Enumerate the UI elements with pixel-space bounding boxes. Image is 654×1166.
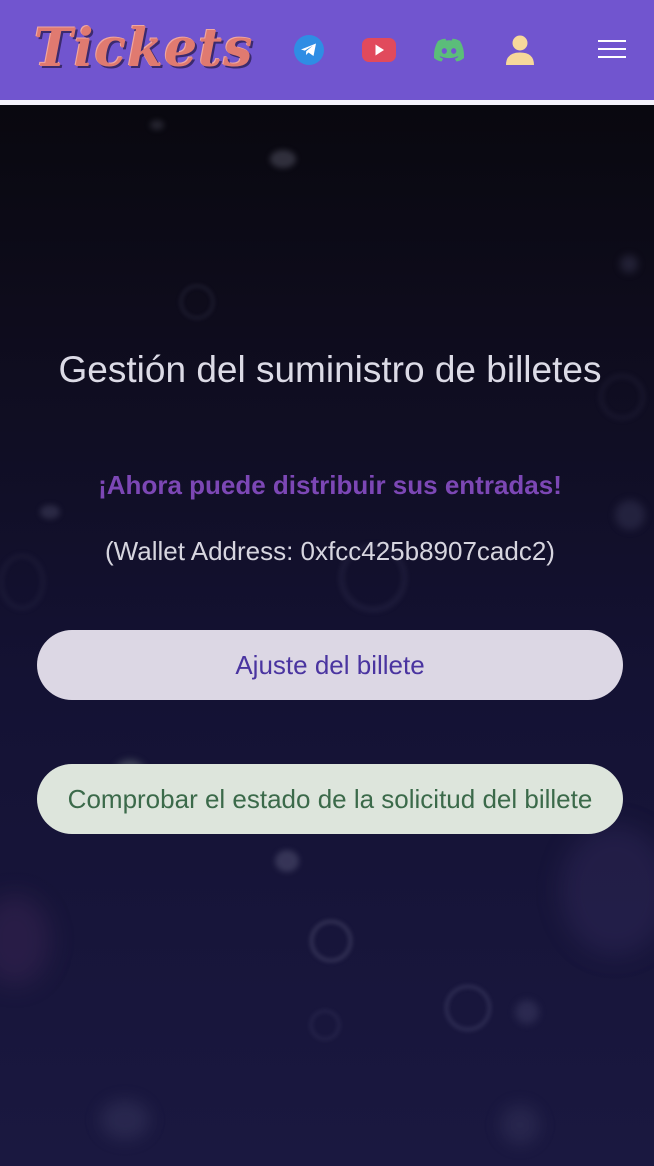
bokeh-particle xyxy=(500,1105,540,1145)
bokeh-particle xyxy=(310,920,352,962)
page-title: Gestión del suministro de billetes xyxy=(58,349,602,390)
logo[interactable]: Tickets xyxy=(34,14,254,84)
bokeh-particle xyxy=(180,285,214,319)
check-request-status-button[interactable]: Comprobar el estado de la solicitud del … xyxy=(37,764,623,834)
bokeh-particle xyxy=(560,825,654,955)
user-icon[interactable] xyxy=(503,33,537,67)
bokeh-particle xyxy=(620,255,638,273)
wallet-address: (Wallet Address: 0xfcc425b8907cadc2) xyxy=(105,536,555,566)
top-navbar: Tickets xyxy=(0,0,654,105)
bokeh-particle xyxy=(275,850,299,872)
telegram-icon[interactable] xyxy=(292,33,326,67)
youtube-icon[interactable] xyxy=(362,33,396,67)
bokeh-particle xyxy=(0,895,50,985)
discord-icon[interactable] xyxy=(432,33,466,67)
bokeh-particle xyxy=(310,1010,340,1040)
bokeh-particle xyxy=(445,985,491,1031)
menu-icon[interactable] xyxy=(594,32,630,66)
page: Tickets Gestión del suministro de billet… xyxy=(0,0,654,1166)
bokeh-particle xyxy=(615,500,645,530)
main-content: Gestión del suministro de billetes ¡Ahor… xyxy=(0,105,654,1166)
bokeh-particle xyxy=(150,120,164,130)
ticket-adjust-button[interactable]: Ajuste del billete xyxy=(37,630,623,700)
bokeh-particle xyxy=(40,505,60,519)
distribution-message: ¡Ahora puede distribuir sus entradas! xyxy=(98,470,562,500)
bokeh-particle xyxy=(515,1000,539,1024)
bokeh-particle xyxy=(270,150,296,168)
bokeh-particle xyxy=(100,1100,150,1140)
